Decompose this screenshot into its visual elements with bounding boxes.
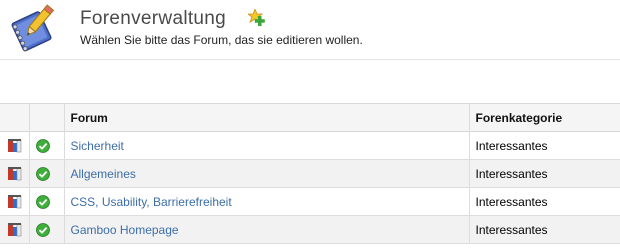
- check-circle-icon: [35, 222, 50, 237]
- category-cell: Interessantes: [468, 187, 620, 216]
- column-header-category[interactable]: Forenkategorie: [468, 103, 620, 132]
- category-cell: Interessantes: [468, 215, 620, 244]
- table-row: Allgemeines Interessantes: [0, 159, 620, 188]
- forum-link[interactable]: Allgemeines: [71, 167, 136, 181]
- table-row: CSS, Usability, Barrierefreiheit Interes…: [0, 187, 620, 216]
- status-cell: [28, 159, 64, 188]
- status-cell: [28, 187, 64, 216]
- check-circle-icon: [35, 166, 50, 181]
- table-row: Gamboo Homepage Interessantes: [0, 215, 620, 244]
- edit-tools-icon[interactable]: [6, 138, 24, 154]
- column-header-forum[interactable]: Forum: [63, 103, 469, 132]
- status-cell: [28, 215, 64, 244]
- forum-table: Forum Forenkategorie Sicherheit Interess…: [0, 103, 620, 244]
- edit-cell: [0, 215, 29, 244]
- edit-tools-icon[interactable]: [6, 194, 24, 210]
- category-cell: Interessantes: [468, 159, 620, 188]
- check-circle-icon: [35, 194, 50, 209]
- status-cell: [28, 131, 64, 160]
- column-header-edit: [0, 103, 29, 132]
- edit-cell: [0, 131, 29, 160]
- check-circle-icon: [35, 138, 50, 153]
- category-cell: Interessantes: [468, 131, 620, 160]
- page-subtitle: Wählen Sie bitte das Forum, das sie edit…: [80, 33, 363, 47]
- table-row: Sicherheit Interessantes: [0, 131, 620, 160]
- table-header-row: Forum Forenkategorie: [0, 103, 620, 132]
- forum-settings-icon: [11, 4, 55, 52]
- forum-link[interactable]: Gamboo Homepage: [71, 223, 179, 237]
- edit-cell: [0, 159, 29, 188]
- forum-link[interactable]: CSS, Usability, Barrierefreiheit: [71, 195, 232, 209]
- edit-cell: [0, 187, 29, 216]
- page-header: Forenverwaltung Wählen Sie bitte das For…: [0, 0, 620, 60]
- page-title: Forenverwaltung: [80, 8, 227, 29]
- edit-tools-icon[interactable]: [6, 222, 24, 238]
- forum-link[interactable]: Sicherheit: [71, 139, 124, 153]
- column-header-status: [28, 103, 64, 132]
- edit-tools-icon[interactable]: [6, 166, 24, 182]
- add-forum-icon[interactable]: [248, 9, 266, 27]
